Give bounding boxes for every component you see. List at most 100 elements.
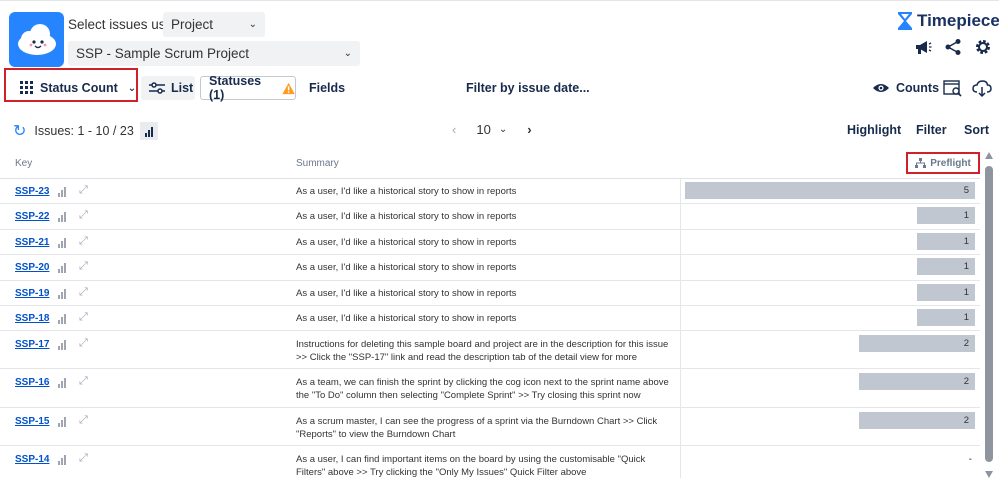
issue-key-link[interactable]: SSP-15: [15, 416, 49, 427]
issue-summary: Instructions for deleting this sample bo…: [296, 339, 669, 363]
column-separator: [680, 255, 681, 281]
chart-icon[interactable]: [58, 238, 66, 248]
expand-icon[interactable]: ⤢: [79, 260, 88, 273]
search-board-icon[interactable]: [943, 80, 963, 103]
expand-icon[interactable]: ⤢: [79, 337, 88, 350]
scroll-up-arrow[interactable]: [985, 152, 993, 159]
issue-key-link[interactable]: SSP-21: [15, 237, 49, 248]
statuses-button[interactable]: Statuses (1): [200, 74, 296, 102]
issue-summary: As a user, I can find important items on…: [296, 454, 646, 478]
table-row: SSP-16 ⤢ As a team, we can finish the spri…: [0, 369, 980, 408]
list-button[interactable]: List: [141, 76, 195, 100]
counts-button[interactable]: Counts: [872, 76, 939, 100]
column-separator: [680, 331, 681, 369]
page-size-value[interactable]: 10: [476, 122, 490, 137]
issue-summary: As a user, I'd like a historical story t…: [296, 313, 517, 324]
filter-by-date-button[interactable]: Filter by issue date...: [466, 76, 590, 100]
announcement-icon[interactable]: [914, 38, 932, 56]
column-header-key[interactable]: Key: [15, 158, 32, 169]
chart-icon[interactable]: [58, 212, 66, 222]
table-row: SSP-19 ⤢ As a user, I'd like a historical …: [0, 281, 980, 306]
warning-icon: [282, 82, 295, 94]
expand-icon[interactable]: ⤢: [79, 452, 88, 465]
preflight-bar: 1: [917, 258, 975, 275]
header-actions: [914, 38, 992, 56]
chevron-down-icon: ⌄: [248, 19, 257, 30]
refresh-icon[interactable]: ↻: [13, 121, 26, 141]
column-header-preflight[interactable]: Preflight: [906, 152, 980, 174]
chart-icon[interactable]: [58, 289, 66, 299]
issue-key-link[interactable]: SSP-20: [15, 262, 49, 273]
scroll-down-arrow[interactable]: [985, 471, 993, 478]
chevron-down-icon[interactable]: ⌄: [499, 124, 507, 135]
scroll-thumb[interactable]: [985, 166, 993, 462]
issue-summary: As a user, I'd like a historical story t…: [296, 186, 517, 197]
counts-label: Counts: [896, 81, 940, 95]
issue-summary: As a team, we can finish the sprint by c…: [296, 377, 669, 401]
preflight-bar: 1: [917, 233, 975, 250]
expand-icon[interactable]: ⤢: [79, 286, 88, 299]
preflight-bar: 2: [859, 335, 975, 352]
column-separator: [680, 306, 681, 331]
eye-icon: [873, 84, 889, 92]
chart-icon[interactable]: [58, 455, 66, 465]
preflight-bar: 1: [917, 284, 975, 301]
vertical-scrollbar[interactable]: [984, 152, 994, 478]
chevron-left-icon[interactable]: ‹: [452, 122, 456, 137]
chart-icon[interactable]: [58, 187, 66, 197]
issue-summary: As a user, I'd like a historical story t…: [296, 237, 517, 248]
sliders-icon: [149, 82, 165, 94]
column-separator: [680, 230, 681, 255]
list-label: List: [171, 81, 194, 95]
share-icon[interactable]: [944, 38, 962, 56]
issue-key-link[interactable]: SSP-22: [15, 211, 49, 222]
selector-type-dropdown[interactable]: Project ⌄: [163, 12, 265, 37]
preflight-bar: 2: [859, 373, 975, 390]
issue-key-link[interactable]: SSP-17: [15, 339, 49, 350]
preflight-empty: -: [968, 454, 972, 465]
expand-icon[interactable]: ⤢: [79, 184, 88, 197]
chart-icon[interactable]: [58, 340, 66, 350]
column-separator: [680, 179, 681, 204]
table-row: SSP-20 ⤢ As a user, I'd like a historical …: [0, 255, 980, 281]
gear-icon[interactable]: [974, 38, 992, 56]
statuses-label: Statuses (1): [209, 74, 262, 102]
issues-range: Issues: 1 - 10 / 23: [34, 124, 134, 138]
expand-icon[interactable]: ⤢: [79, 311, 88, 324]
project-dropdown[interactable]: SSP - Sample Scrum Project ⌄: [68, 41, 360, 66]
chevron-right-icon[interactable]: ›: [527, 122, 531, 137]
bar-chart-icon[interactable]: [139, 122, 158, 140]
chart-icon[interactable]: [58, 378, 66, 388]
column-header-summary[interactable]: Summary: [296, 158, 339, 169]
cloud-download-icon[interactable]: [972, 80, 992, 103]
project-value: SSP - Sample Scrum Project: [76, 46, 250, 61]
issue-key-link[interactable]: SSP-14: [15, 454, 49, 465]
brand-name: Timepiece: [917, 11, 999, 30]
highlight-button[interactable]: Highlight: [847, 123, 901, 137]
fields-button[interactable]: Fields: [309, 76, 345, 100]
issue-summary: As a user, I'd like a historical story t…: [296, 262, 517, 273]
chart-icon[interactable]: [58, 263, 66, 273]
column-separator: [680, 408, 681, 446]
issue-key-link[interactable]: SSP-16: [15, 377, 49, 388]
sort-button[interactable]: Sort: [964, 123, 989, 137]
issue-key-link[interactable]: SSP-23: [15, 186, 49, 197]
chart-icon[interactable]: [58, 314, 66, 324]
expand-icon[interactable]: ⤢: [79, 375, 88, 388]
issue-summary: As a scrum master, I can see the progres…: [296, 416, 658, 440]
table-row: SSP-14 ⤢ As a user, I can find important i…: [0, 446, 980, 478]
preflight-bar: 1: [917, 309, 975, 326]
column-separator: [680, 446, 681, 478]
hierarchy-icon: [915, 158, 927, 168]
issue-key-link[interactable]: SSP-19: [15, 288, 49, 299]
issues-bar: ↻ Issues: 1 - 10 / 23: [13, 121, 158, 141]
table-row: SSP-18 ⤢ As a user, I'd like a historical …: [0, 306, 980, 331]
table-row: SSP-23 ⤢ As a user, I'd like a historical …: [0, 179, 980, 204]
expand-icon[interactable]: ⤢: [79, 235, 88, 248]
issue-key-link[interactable]: SSP-18: [15, 313, 49, 324]
expand-icon[interactable]: ⤢: [79, 414, 88, 427]
filter-button[interactable]: Filter: [916, 123, 947, 137]
expand-icon[interactable]: ⤢: [79, 209, 88, 222]
top-border: [0, 0, 999, 3]
chart-icon[interactable]: [58, 417, 66, 427]
